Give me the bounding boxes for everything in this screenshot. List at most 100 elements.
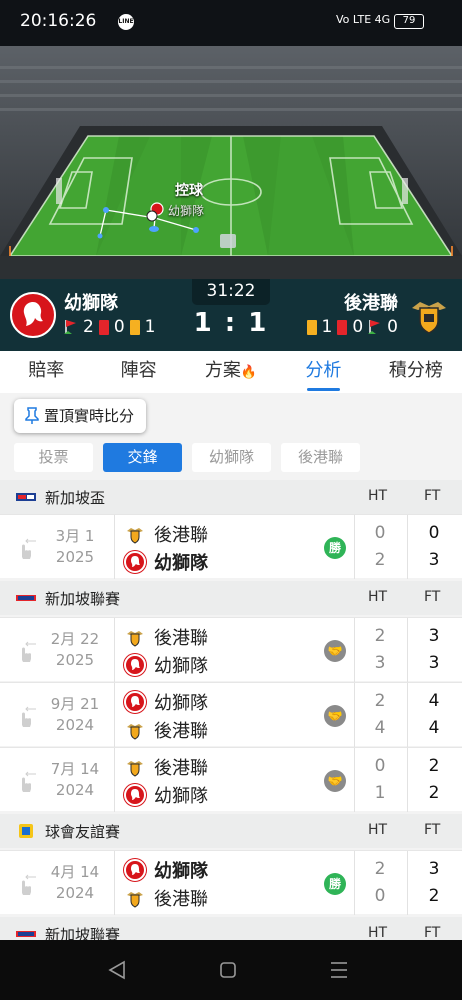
tab-analysis[interactable]: 分析 <box>277 351 369 393</box>
ft-score-1: 4 <box>428 691 440 711</box>
ht-score-1: 0 <box>374 523 386 543</box>
home-yellow-cards: 1 <box>144 317 156 337</box>
home-team-stats: 2 0 1 <box>64 317 155 337</box>
away-corners: 0 <box>387 317 398 337</box>
draw-handshake-icon: 🤝 <box>324 770 346 792</box>
tab-tips[interactable]: 方案🔥 <box>185 351 277 393</box>
column-divider <box>354 618 355 682</box>
ft-score-2: 3 <box>428 550 440 570</box>
competition-name: 新加坡盃 <box>45 489 106 507</box>
ft-header: FT <box>424 925 441 941</box>
pin-live-score-button[interactable]: 置頂實時比分 <box>14 399 147 433</box>
status-bar: 20:16:26 LINE Vo LTE 4G 79 <box>0 0 462 46</box>
match-team-2: 幼獅隊 <box>124 549 208 575</box>
tab-lineup[interactable]: 陣容 <box>92 351 184 393</box>
tab-standings[interactable]: 積分榜 <box>370 351 462 393</box>
away-team-logo[interactable] <box>406 292 452 338</box>
ht-score-1: 0 <box>374 756 386 776</box>
column-divider <box>407 618 408 682</box>
recents-icon[interactable] <box>331 962 347 978</box>
match-team-2: 幼獅隊 <box>124 782 208 808</box>
match-tabs: 賠率 陣容 方案🔥 分析 積分榜 <box>0 351 462 393</box>
competition-name: 新加坡聯賽 <box>45 590 121 608</box>
sg-league-icon <box>16 595 36 601</box>
column-divider <box>407 515 408 579</box>
ht-header: HT <box>368 589 388 605</box>
live-pitch: 控球 幼獅隊 <box>0 46 462 279</box>
away-team-name: 後港聯 <box>344 293 398 314</box>
ft-score-2: 2 <box>428 886 440 906</box>
match-row[interactable]: 3月 1 2025 後港聯 幼獅隊 勝 0 2 0 3 <box>0 514 462 579</box>
column-divider <box>354 851 355 915</box>
lion-city-logo <box>124 551 146 573</box>
ft-score-1: 0 <box>428 523 440 543</box>
match-date: 4月 14 2024 <box>50 863 100 902</box>
home-team-logo[interactable] <box>10 292 56 338</box>
ht-score-1: 2 <box>374 691 386 711</box>
filter-home-team[interactable]: 幼獅隊 <box>192 443 271 472</box>
scoreboard: 幼獅隊 2 0 1 31:22 1 : 1 後港聯 1 0 0 <box>0 279 462 351</box>
ht-score-2: 3 <box>374 653 386 673</box>
column-divider <box>354 683 355 747</box>
filter-vote[interactable]: 投票 <box>14 443 93 472</box>
competition-name: 球會友誼賽 <box>45 823 121 841</box>
match-team-1: 後港聯 <box>124 624 208 650</box>
match-row[interactable]: 2月 22 2025 後港聯 幼獅隊 🤝 2 3 3 3 <box>0 617 462 682</box>
ft-score-1: 3 <box>428 859 440 879</box>
yellow-card-icon <box>129 319 140 335</box>
ht-header: HT <box>368 822 388 838</box>
match-clock: 31:22 <box>192 279 270 305</box>
draw-handshake-icon: 🤝 <box>324 705 346 727</box>
filter-away-team[interactable]: 後港聯 <box>281 443 360 472</box>
ft-score-1: 3 <box>428 626 440 646</box>
column-divider <box>407 851 408 915</box>
club-friendly-icon <box>19 824 33 838</box>
match-row[interactable]: 9月 21 2024 幼獅隊 後港聯 🤝 2 4 4 4 <box>0 682 462 747</box>
match-row[interactable]: 7月 14 2024 後港聯 幼獅隊 🤝 0 1 2 2 <box>0 747 462 812</box>
yellow-card-icon <box>306 319 317 335</box>
match-team-1: 幼獅隊 <box>124 689 208 715</box>
column-divider <box>407 683 408 747</box>
ht-score-1: 2 <box>374 626 386 646</box>
pin-row: 置頂實時比分 <box>0 393 462 439</box>
home-corners: 2 <box>83 317 94 337</box>
filter-head-to-head[interactable]: 交鋒 <box>103 443 182 472</box>
line-app-icon: LINE <box>118 14 134 30</box>
swipe-hand-icon <box>22 538 36 559</box>
red-card-icon <box>98 319 109 335</box>
ht-score-2: 0 <box>374 886 386 906</box>
away-team-stats: 1 0 0 <box>306 317 398 337</box>
column-divider <box>114 683 115 747</box>
swipe-hand-icon <box>22 874 36 895</box>
swipe-hand-icon <box>22 706 36 727</box>
lion-city-logo <box>124 654 146 676</box>
corner-flag-icon <box>368 320 381 334</box>
ft-header: FT <box>424 488 441 504</box>
match-team-1: 幼獅隊 <box>124 857 208 883</box>
back-icon[interactable] <box>108 960 125 980</box>
away-red-cards: 0 <box>352 317 364 337</box>
home-icon[interactable] <box>220 962 236 978</box>
competition-header: 新加坡盃 HT FT <box>0 480 462 514</box>
lion-city-logo <box>124 784 146 806</box>
hougang-logo <box>124 523 146 545</box>
hougang-logo <box>124 756 146 778</box>
battery-indicator: 79 <box>394 14 424 29</box>
ft-header: FT <box>424 589 441 605</box>
match-date: 9月 21 2024 <box>50 695 100 734</box>
match-team-2: 後港聯 <box>124 717 208 743</box>
match-row[interactable]: 4月 14 2024 幼獅隊 後港聯 勝 2 0 3 2 <box>0 850 462 915</box>
home-team-name: 幼獅隊 <box>64 293 118 314</box>
ft-score-1: 2 <box>428 756 440 776</box>
possession-label: 控球 <box>175 183 203 199</box>
pin-button-label: 置頂實時比分 <box>44 407 135 425</box>
match-date: 7月 14 2024 <box>50 760 100 799</box>
analysis-filters: 投票 交鋒 幼獅隊 後港聯 <box>14 443 360 472</box>
match-team-1: 後港聯 <box>124 521 208 547</box>
column-divider <box>114 748 115 812</box>
ht-score-2: 1 <box>374 783 386 803</box>
corner-flag-icon <box>64 320 76 334</box>
ft-score-2: 3 <box>428 653 440 673</box>
tab-odds[interactable]: 賠率 <box>0 351 92 393</box>
home-red-cards: 0 <box>113 317 125 337</box>
